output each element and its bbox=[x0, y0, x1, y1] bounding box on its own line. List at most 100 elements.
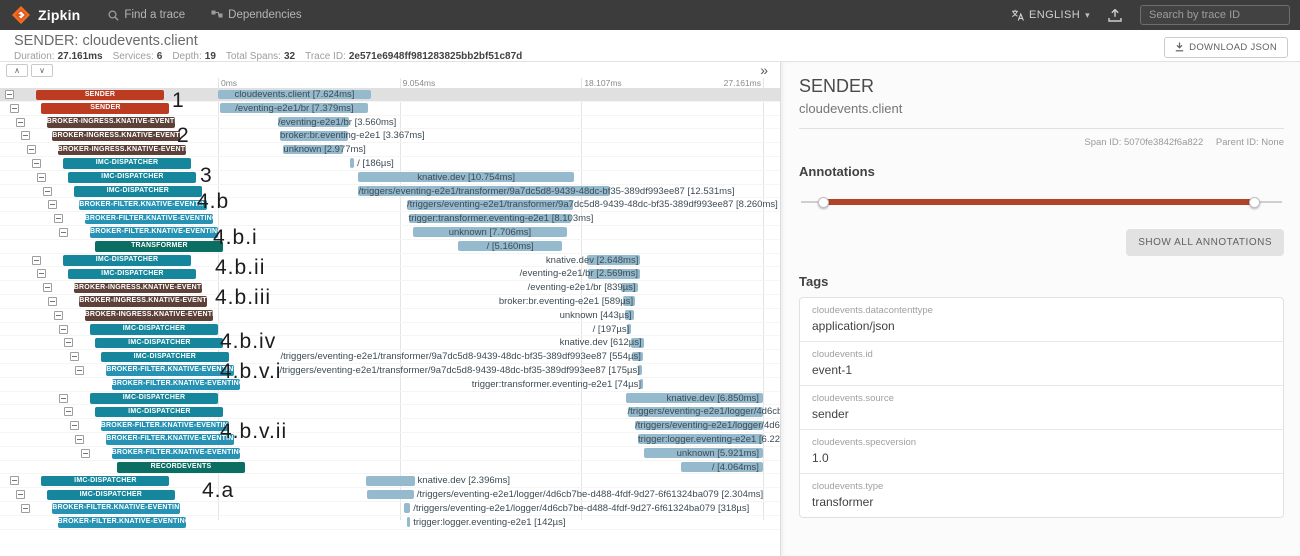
collapse-toggle-icon[interactable] bbox=[59, 394, 68, 403]
collapse-toggle-icon[interactable] bbox=[37, 173, 46, 182]
collapse-toggle-icon[interactable] bbox=[5, 90, 14, 99]
expand-all-button[interactable]: ∨ bbox=[31, 64, 53, 77]
collapse-toggle-icon[interactable] bbox=[70, 352, 79, 361]
trace-span-row[interactable]: TRANSFORMER/ [5.160ms] bbox=[0, 240, 780, 254]
collapse-toggle-icon[interactable] bbox=[70, 421, 79, 430]
trace-span-row[interactable]: BROKER-FILTER.KNATIVE-EVENTINGunknown [5… bbox=[0, 447, 780, 461]
collapse-toggle-icon[interactable] bbox=[64, 407, 73, 416]
trace-span-row[interactable]: IMC-DISPATCHER/triggers/eventing-e2e1/lo… bbox=[0, 488, 780, 502]
service-pill[interactable]: BROKER-INGRESS.KNATIVE-EVENTING bbox=[58, 145, 186, 156]
service-pill[interactable]: BROKER-FILTER.KNATIVE-EVENTING bbox=[106, 365, 234, 376]
language-selector[interactable]: ENGLISH ▾ bbox=[1011, 9, 1090, 21]
collapse-toggle-icon[interactable] bbox=[16, 490, 25, 499]
collapse-toggle-icon[interactable] bbox=[64, 338, 73, 347]
service-pill[interactable]: SENDER bbox=[36, 90, 164, 101]
service-pill[interactable]: BROKER-INGRESS.KNATIVE-EVENTING bbox=[79, 296, 207, 307]
expand-panel-icon[interactable]: » bbox=[760, 62, 768, 78]
trace-span-row[interactable]: IMC-DISPATCHER/eventing-e2e1/br [2.569ms… bbox=[0, 267, 780, 281]
trace-span-row[interactable]: SENDERcloudevents.client [7.624ms] bbox=[0, 88, 780, 102]
span-duration-bar[interactable] bbox=[350, 158, 354, 168]
trace-span-row[interactable]: IMC-DISPATCHERknative.dev [10.754ms] bbox=[0, 171, 780, 185]
trace-span-row[interactable]: BROKER-INGRESS.KNATIVE-EVENTINGbroker:br… bbox=[0, 295, 780, 309]
trace-span-row[interactable]: BROKER-INGRESS.KNATIVE-EVENTING/eventing… bbox=[0, 116, 780, 130]
upload-trace-icon[interactable] bbox=[1108, 9, 1122, 22]
trace-span-row[interactable]: RECORDEVENTS/ [4.064ms] bbox=[0, 461, 780, 475]
collapse-toggle-icon[interactable] bbox=[10, 104, 19, 113]
trace-span-row[interactable]: IMC-DISPATCHER/ [186µs] bbox=[0, 157, 780, 171]
service-pill[interactable]: IMC-DISPATCHER bbox=[90, 324, 218, 335]
collapse-toggle-icon[interactable] bbox=[59, 325, 68, 334]
collapse-toggle-icon[interactable] bbox=[16, 118, 25, 127]
collapse-toggle-icon[interactable] bbox=[37, 269, 46, 278]
service-pill[interactable]: IMC-DISPATCHER bbox=[63, 158, 191, 169]
service-pill[interactable]: SENDER bbox=[41, 103, 169, 114]
collapse-toggle-icon[interactable] bbox=[54, 214, 63, 223]
collapse-toggle-icon[interactable] bbox=[32, 159, 41, 168]
collapse-toggle-icon[interactable] bbox=[32, 256, 41, 265]
service-pill[interactable]: IMC-DISPATCHER bbox=[47, 490, 175, 501]
collapse-toggle-icon[interactable] bbox=[75, 366, 84, 375]
service-pill[interactable]: IMC-DISPATCHER bbox=[63, 255, 191, 266]
trace-span-row[interactable]: BROKER-FILTER.KNATIVE-EVENTING/triggers/… bbox=[0, 198, 780, 212]
annotations-range-slider[interactable] bbox=[801, 195, 1282, 209]
trace-span-row[interactable]: BROKER-FILTER.KNATIVE-EVENTINGtrigger:tr… bbox=[0, 212, 780, 226]
trace-span-row[interactable]: BROKER-FILTER.KNATIVE-EVENTINGtrigger:tr… bbox=[0, 378, 780, 392]
service-pill[interactable]: BROKER-FILTER.KNATIVE-EVENTING bbox=[90, 227, 218, 238]
trace-span-row[interactable]: BROKER-FILTER.KNATIVE-EVENTINGunknown [7… bbox=[0, 226, 780, 240]
search-by-trace-id-input[interactable] bbox=[1140, 5, 1290, 25]
trace-span-row[interactable]: IMC-DISPATCHERknative.dev [2.396ms] bbox=[0, 474, 780, 488]
collapse-toggle-icon[interactable] bbox=[21, 504, 30, 513]
service-pill[interactable]: IMC-DISPATCHER bbox=[90, 393, 218, 404]
trace-span-row[interactable]: BROKER-FILTER.KNATIVE-EVENTINGtrigger:lo… bbox=[0, 433, 780, 447]
nav-find-a-trace[interactable]: Find a trace bbox=[108, 9, 185, 21]
service-pill[interactable]: IMC-DISPATCHER bbox=[95, 407, 223, 418]
service-pill[interactable]: IMC-DISPATCHER bbox=[101, 352, 229, 363]
service-pill[interactable]: IMC-DISPATCHER bbox=[74, 186, 202, 197]
service-pill[interactable]: IMC-DISPATCHER bbox=[68, 269, 196, 280]
trace-span-row[interactable]: IMC-DISPATCHER/triggers/eventing-e2e1/tr… bbox=[0, 185, 780, 199]
service-pill[interactable]: BROKER-FILTER.KNATIVE-EVENTING bbox=[58, 517, 186, 528]
span-duration-bar[interactable] bbox=[404, 503, 410, 513]
collapse-toggle-icon[interactable] bbox=[27, 145, 36, 154]
collapse-toggle-icon[interactable] bbox=[48, 200, 57, 209]
slider-handle-right[interactable] bbox=[1249, 197, 1260, 208]
trace-span-row[interactable]: BROKER-INGRESS.KNATIVE-EVENTINGbroker:br… bbox=[0, 129, 780, 143]
trace-span-row[interactable]: BROKER-FILTER.KNATIVE-EVENTING/triggers/… bbox=[0, 502, 780, 516]
nav-dependencies[interactable]: Dependencies bbox=[211, 9, 302, 21]
trace-span-row[interactable]: BROKER-FILTER.KNATIVE-EVENTING/triggers/… bbox=[0, 419, 780, 433]
trace-span-row[interactable]: BROKER-FILTER.KNATIVE-EVENTINGtrigger:lo… bbox=[0, 516, 780, 530]
trace-span-row[interactable]: IMC-DISPATCHERknative.dev [612µs] bbox=[0, 336, 780, 350]
service-pill[interactable]: BROKER-FILTER.KNATIVE-EVENTING bbox=[101, 421, 229, 432]
collapse-toggle-icon[interactable] bbox=[48, 297, 57, 306]
trace-span-row[interactable]: BROKER-INGRESS.KNATIVE-EVENTINGunknown [… bbox=[0, 143, 780, 157]
span-duration-bar[interactable] bbox=[407, 517, 410, 527]
collapse-toggle-icon[interactable] bbox=[21, 131, 30, 140]
collapse-toggle-icon[interactable] bbox=[54, 311, 63, 320]
trace-span-row[interactable]: SENDER/eventing-e2e1/br [7.379ms] bbox=[0, 102, 780, 116]
service-pill[interactable]: BROKER-FILTER.KNATIVE-EVENTING bbox=[85, 214, 213, 225]
service-pill[interactable]: BROKER-FILTER.KNATIVE-EVENTING bbox=[52, 503, 180, 514]
trace-span-row[interactable]: IMC-DISPATCHERknative.dev [2.648ms] bbox=[0, 254, 780, 268]
collapse-toggle-icon[interactable] bbox=[10, 476, 19, 485]
service-pill[interactable]: BROKER-FILTER.KNATIVE-EVENTING bbox=[79, 200, 207, 211]
collapse-toggle-icon[interactable] bbox=[81, 449, 90, 458]
service-pill[interactable]: IMC-DISPATCHER bbox=[41, 476, 169, 487]
service-pill[interactable]: BROKER-INGRESS.KNATIVE-EVENTING bbox=[85, 310, 213, 321]
trace-span-row[interactable]: BROKER-INGRESS.KNATIVE-EVENTINGunknown [… bbox=[0, 309, 780, 323]
trace-span-row[interactable]: IMC-DISPATCHER/triggers/eventing-e2e1/tr… bbox=[0, 350, 780, 364]
collapse-toggle-icon[interactable] bbox=[59, 228, 68, 237]
span-duration-bar[interactable] bbox=[367, 490, 413, 500]
trace-span-row[interactable]: IMC-DISPATCHER/ [197µs] bbox=[0, 323, 780, 337]
trace-span-row[interactable]: IMC-DISPATCHER/triggers/eventing-e2e1/lo… bbox=[0, 405, 780, 419]
span-duration-bar[interactable] bbox=[366, 476, 414, 486]
service-pill[interactable]: BROKER-INGRESS.KNATIVE-EVENTING bbox=[47, 117, 175, 128]
collapse-toggle-icon[interactable] bbox=[75, 435, 84, 444]
collapse-toggle-icon[interactable] bbox=[43, 283, 52, 292]
service-pill[interactable]: TRANSFORMER bbox=[95, 241, 223, 252]
trace-span-row[interactable]: IMC-DISPATCHERknative.dev [6.850ms] bbox=[0, 392, 780, 406]
collapse-all-button[interactable]: ∧ bbox=[6, 64, 28, 77]
trace-span-row[interactable]: BROKER-FILTER.KNATIVE-EVENTING/triggers/… bbox=[0, 364, 780, 378]
service-pill[interactable]: BROKER-INGRESS.KNATIVE-EVENTING bbox=[74, 283, 202, 294]
service-pill[interactable]: BROKER-INGRESS.KNATIVE-EVENTING bbox=[52, 131, 180, 142]
service-pill[interactable]: IMC-DISPATCHER bbox=[68, 172, 196, 183]
